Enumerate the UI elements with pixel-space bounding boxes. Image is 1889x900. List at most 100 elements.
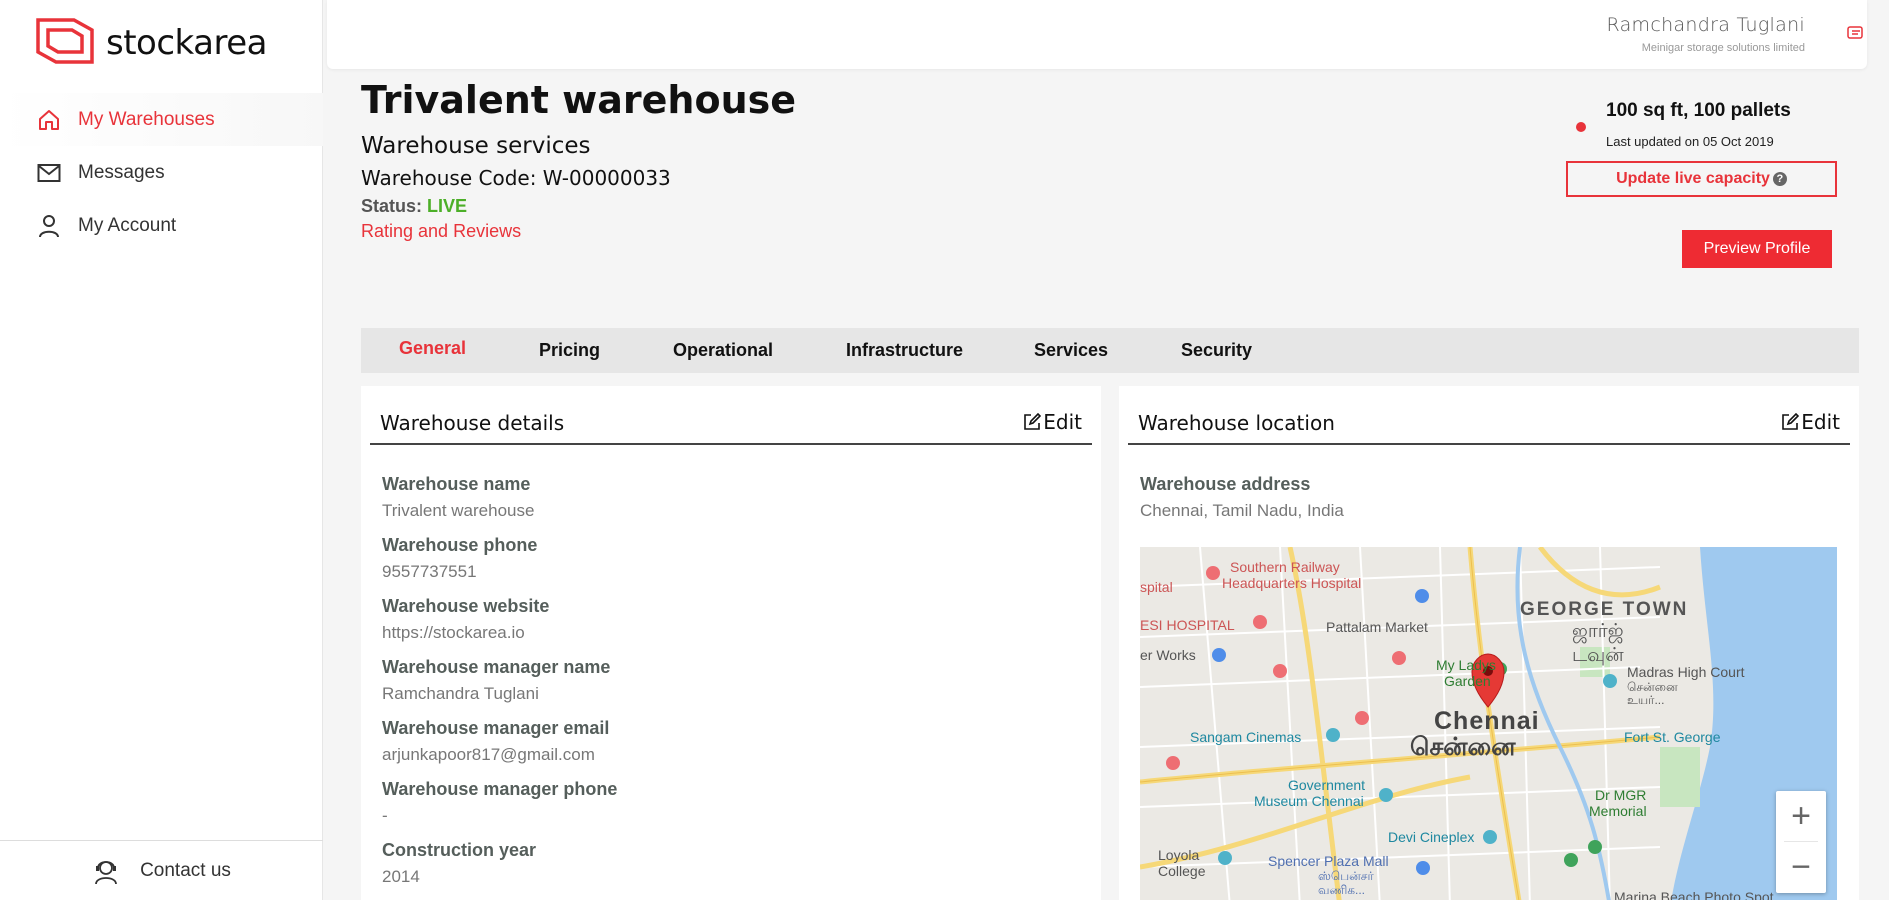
field-label: Warehouse website (382, 596, 550, 616)
support-agent-icon (92, 857, 120, 885)
top-bar: Ramchandra Tuglani Meinigar storage solu… (327, 0, 1867, 69)
location-fields: Warehouse address Chennai, Tamil Nadu, I… (1140, 474, 1344, 535)
map-label-mgr: Dr MGR (1595, 787, 1647, 803)
map-label-garden: Garden (1444, 673, 1491, 689)
field-value: Ramchandra Tuglani (382, 684, 539, 703)
field-value: Chennai, Tamil Nadu, India (1140, 501, 1344, 520)
map-label-loyola: Loyola (1158, 847, 1200, 863)
map-label-marina: Marina Beach Photo Spot (1614, 889, 1774, 900)
home-icon (36, 107, 62, 133)
field-manager-email: Warehouse manager email arjunkapoor817@g… (382, 718, 617, 779)
rating-and-reviews-link[interactable]: Rating and Reviews (361, 221, 521, 242)
map-label-spital: spital (1140, 579, 1173, 595)
capacity-value: 100 sq ft, 100 pallets (1606, 100, 1791, 121)
tab-infrastructure[interactable]: Infrastructure (846, 340, 963, 361)
field-label: Warehouse address (1140, 474, 1311, 494)
sidebar: stockarea My Warehouses Messages My Acco… (0, 0, 323, 900)
field-label: Construction year (382, 840, 537, 860)
map-zoom-controls: + − (1776, 791, 1826, 893)
field-label: Warehouse manager name (382, 657, 611, 677)
field-value: arjunkapoor817@gmail.com (382, 745, 595, 764)
user-icon (36, 213, 62, 239)
map-label-devi: Devi Cineplex (1388, 829, 1475, 845)
sidebar-item-my-account[interactable]: My Account (0, 199, 323, 252)
card-title: Warehouse details (380, 411, 565, 435)
sidebar-item-my-warehouses[interactable]: My Warehouses (0, 93, 323, 146)
update-live-capacity-button[interactable]: Update live capacity ? (1566, 161, 1837, 197)
map-label-sangam: Sangam Cinemas (1190, 729, 1302, 745)
warehouse-details-card: Warehouse details Edit Warehouse name Tr… (361, 386, 1101, 900)
sidebar-item-label: My Account (78, 214, 177, 236)
contact-us-label: Contact us (140, 859, 231, 881)
map-label-college: College (1158, 863, 1206, 879)
warehouse-code: Warehouse Code: W-00000033 (361, 166, 671, 190)
map-label-works: er Works (1140, 647, 1196, 663)
map-label-spencer: Spencer Plaza Mall (1268, 853, 1389, 869)
field-construction-year: Construction year 2014 (382, 840, 617, 900)
map-label-high-court: Madras High Court (1627, 664, 1745, 680)
map-label-memorial: Memorial (1589, 803, 1647, 819)
map-label-spencer-ta2: வணிக... (1318, 883, 1366, 897)
location-map[interactable]: Southern Railway Headquarters Hospital s… (1140, 547, 1837, 900)
field-value: https://stockarea.io (382, 623, 525, 642)
map-label-chennai-ta: சென்னை (1410, 733, 1516, 761)
tab-services[interactable]: Services (1034, 340, 1108, 361)
sidebar-item-label: My Warehouses (78, 108, 215, 130)
edit-location-button[interactable]: Edit (1781, 410, 1840, 434)
field-warehouse-address: Warehouse address Chennai, Tamil Nadu, I… (1140, 474, 1344, 535)
edit-icon (1781, 413, 1800, 431)
tab-general[interactable]: General (399, 338, 466, 359)
field-manager-phone: Warehouse manager phone - (382, 779, 617, 840)
field-warehouse-name: Warehouse name Trivalent warehouse (382, 474, 617, 535)
capacity-updated: Last updated on 05 Oct 2019 (1606, 134, 1774, 149)
field-label: Warehouse phone (382, 535, 538, 555)
zoom-out-button[interactable]: − (1776, 842, 1826, 892)
field-value: 2014 (382, 867, 420, 886)
mail-icon (36, 160, 62, 186)
edit-label: Edit (1801, 410, 1840, 434)
tab-pricing[interactable]: Pricing (539, 340, 600, 361)
user-profile[interactable]: Ramchandra Tuglani Meinigar storage solu… (1607, 14, 1805, 54)
status-label: Status: (361, 196, 423, 216)
tab-operational[interactable]: Operational (673, 340, 773, 361)
sidebar-nav: My Warehouses Messages My Account (0, 93, 323, 252)
sidebar-item-label: Messages (78, 161, 165, 183)
edit-details-button[interactable]: Edit (1023, 410, 1082, 434)
edit-label: Edit (1043, 410, 1082, 434)
contact-us-button[interactable]: Contact us (0, 840, 323, 900)
map-label-esi-hospital: ESI HOSPITAL (1140, 617, 1235, 633)
map-label-hospital: Southern Railway (1230, 559, 1340, 575)
card-header: Warehouse location Edit (1128, 386, 1850, 445)
field-warehouse-website: Warehouse website https://stockarea.io (382, 596, 617, 657)
warehouse-location-card: Warehouse location Edit Warehouse addres… (1119, 386, 1859, 900)
field-warehouse-phone: Warehouse phone 9557737551 (382, 535, 617, 596)
field-value: - (382, 806, 388, 825)
field-label: Warehouse manager phone (382, 779, 618, 799)
warehouse-subtitle: Warehouse services (361, 133, 591, 159)
tab-bar: General Pricing Operational Infrastructu… (361, 328, 1859, 373)
status-badge: LIVE (427, 196, 468, 216)
tab-security[interactable]: Security (1181, 340, 1252, 361)
user-name: Ramchandra Tuglani (1606, 14, 1805, 36)
map-label-museum: Museum Chennai (1254, 793, 1364, 809)
logout-icon[interactable] (1847, 24, 1865, 45)
page-title: Trivalent warehouse (361, 78, 797, 122)
map-label-ladys: My Ladys (1436, 657, 1496, 673)
map-label-pattalam: Pattalam Market (1326, 619, 1428, 635)
map-label-government: Government (1288, 777, 1366, 793)
update-live-capacity-label: Update live capacity (1616, 170, 1770, 187)
preview-profile-button[interactable]: Preview Profile (1682, 230, 1832, 268)
zoom-in-button[interactable]: + (1776, 791, 1826, 841)
brand-name: stockarea (106, 23, 267, 63)
map-label-court-ta2: உயர்... (1627, 693, 1665, 707)
field-label: Warehouse manager email (382, 718, 610, 738)
card-title: Warehouse location (1138, 411, 1335, 435)
field-label: Warehouse name (382, 474, 531, 494)
field-value: Trivalent warehouse (382, 501, 535, 520)
user-company: Meinigar storage solutions limited (1641, 42, 1805, 54)
map-label-fort: Fort St. George (1624, 729, 1721, 745)
brand-logo[interactable]: stockarea (34, 17, 267, 68)
help-icon[interactable]: ? (1772, 172, 1787, 186)
sidebar-item-messages[interactable]: Messages (0, 146, 323, 199)
card-header: Warehouse details Edit (370, 386, 1092, 445)
